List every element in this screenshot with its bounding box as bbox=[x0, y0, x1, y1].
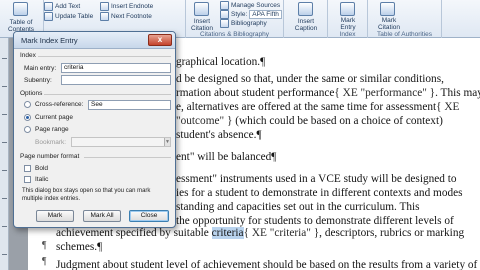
subentry-input[interactable] bbox=[61, 75, 171, 85]
italic-label: Italic bbox=[35, 176, 49, 183]
insert-citation-icon bbox=[194, 2, 209, 16]
ribbon-group-index: Mark Entry Index bbox=[328, 0, 368, 38]
doc-line: graphical location.¶ bbox=[176, 56, 266, 68]
paragraph-mark: ¶ bbox=[42, 240, 47, 251]
toc-label-line1: Table of bbox=[9, 19, 33, 26]
cross-reference-radio[interactable] bbox=[24, 101, 31, 108]
mark-all-button[interactable]: Mark All bbox=[83, 210, 121, 222]
insert-citation-button[interactable]: Insert Citation bbox=[188, 18, 216, 32]
manage-sources-icon bbox=[220, 1, 229, 10]
add-text-icon bbox=[44, 2, 53, 11]
index-group-label: Index bbox=[339, 31, 356, 38]
bibliography-button[interactable]: Bibliography bbox=[220, 19, 267, 28]
bookmark-label: Bookmark: bbox=[35, 139, 67, 146]
xe-field: { XE bbox=[436, 101, 460, 113]
ribbon-group-captions: Insert Caption bbox=[284, 0, 328, 38]
update-table-button[interactable]: Update Table bbox=[44, 12, 93, 21]
mark-button[interactable]: Mark bbox=[36, 210, 74, 222]
table-of-contents-icon bbox=[13, 2, 28, 16]
dialog-note: This dialog box stays open so that you c… bbox=[22, 188, 151, 202]
main-entry-input[interactable]: criteria bbox=[61, 63, 171, 73]
insert-caption-label-line2: Caption bbox=[294, 25, 318, 32]
subentry-label: Subentry: bbox=[24, 77, 52, 84]
doc-line: rmation about student performance{ XE "p… bbox=[176, 87, 480, 99]
paragraph-mark: ¶ bbox=[42, 256, 47, 267]
bibliography-label: Bibliography bbox=[231, 20, 267, 27]
manage-sources-button[interactable]: Manage Sources bbox=[220, 1, 280, 10]
next-footnote-icon bbox=[100, 12, 109, 21]
chevron-down-icon: ▼ bbox=[164, 138, 170, 146]
mark-index-entry-dialog: Mark Index Entry x Index Main entry: cri… bbox=[13, 31, 176, 228]
page-number-format-label: Page number format bbox=[20, 153, 80, 160]
dialog-close-icon[interactable]: x bbox=[148, 34, 172, 46]
insert-citation-label-line1: Insert bbox=[193, 18, 211, 25]
mark-entry-label-line2: Entry bbox=[340, 24, 356, 31]
bold-checkbox[interactable] bbox=[24, 165, 31, 172]
selected-text[interactable]: criteria bbox=[211, 227, 244, 239]
doc-line: student's absence.¶ bbox=[176, 129, 262, 141]
bibliography-icon bbox=[220, 19, 229, 28]
mark-entry-label-line1: Mark bbox=[340, 17, 356, 24]
mark-citation-icon bbox=[380, 2, 395, 16]
style-dropdown[interactable]: Style: APA Fifth bbox=[220, 10, 282, 19]
doc-line: essment" instruments used in a VCE study… bbox=[176, 173, 457, 185]
update-table-label: Update Table bbox=[55, 13, 94, 20]
xe-field: { XE "criteria" } bbox=[243, 227, 320, 239]
next-footnote-button[interactable]: Next Footnote bbox=[100, 12, 152, 21]
xe-field: { XE "performance" } bbox=[334, 87, 436, 99]
options-section-label: Options bbox=[20, 90, 43, 97]
mark-citation-label-line1: Mark bbox=[381, 17, 397, 24]
cross-reference-input[interactable]: See bbox=[88, 100, 171, 110]
doc-line: Judgment about student level of achievem… bbox=[56, 259, 478, 270]
style-value: APA Fifth bbox=[249, 10, 282, 19]
doc-line: d be designed so that, under the same or… bbox=[176, 73, 444, 85]
bold-label: Bold bbox=[35, 165, 49, 172]
citations-group-label: Citations & Bibliography bbox=[199, 31, 269, 38]
page-range-radio[interactable] bbox=[24, 126, 31, 133]
close-button[interactable]: Close bbox=[129, 210, 169, 222]
style-icon bbox=[220, 10, 229, 19]
doc-line: schemes.¶ bbox=[56, 241, 103, 253]
insert-endnote-button[interactable]: Insert Endnote bbox=[100, 2, 153, 11]
doc-line: standing and capacities set out in the c… bbox=[176, 201, 420, 213]
italic-checkbox[interactable] bbox=[24, 176, 31, 183]
add-text-label: Add Text bbox=[55, 3, 81, 10]
index-section-label: Index bbox=[20, 52, 36, 59]
insert-endnote-icon bbox=[100, 2, 109, 11]
manage-sources-label: Manage Sources bbox=[231, 2, 281, 9]
cross-reference-label: Cross-reference: bbox=[35, 101, 84, 108]
insert-caption-button[interactable]: Insert Caption bbox=[286, 18, 326, 32]
doc-line: e, alternatives are offered at the same … bbox=[176, 101, 460, 113]
style-label: Style: bbox=[231, 11, 248, 18]
current-page-label: Current page bbox=[35, 114, 73, 121]
mark-citation-button[interactable]: Mark Citation bbox=[370, 17, 408, 31]
add-text-button[interactable]: Add Text bbox=[44, 2, 80, 11]
insert-caption-label-line1: Insert bbox=[297, 18, 315, 25]
mark-citation-label-line2: Citation bbox=[377, 24, 401, 31]
doc-line: ent" will be balanced¶ bbox=[176, 151, 277, 163]
bookmark-dropdown[interactable]: ▼ bbox=[71, 137, 171, 147]
main-entry-label: Main entry: bbox=[24, 65, 57, 72]
ribbon-group-authorities: Mark Citation Table of Authorities bbox=[368, 0, 442, 38]
doc-line: "outcome" } (which could be based on a c… bbox=[176, 115, 443, 127]
page-range-label: Page range bbox=[35, 126, 69, 133]
doc-line: ies for a student to demonstrate in diff… bbox=[176, 187, 463, 199]
dialog-title: Mark Index Entry bbox=[21, 36, 78, 45]
mark-entry-icon bbox=[340, 2, 355, 16]
insert-caption-icon bbox=[298, 2, 313, 16]
next-footnote-label: Next Footnote bbox=[111, 13, 152, 20]
current-page-radio[interactable] bbox=[24, 114, 31, 121]
insert-endnote-label: Insert Endnote bbox=[111, 3, 154, 10]
mark-entry-button[interactable]: Mark Entry bbox=[330, 17, 366, 31]
table-of-authorities-group-label: Table of Authorities bbox=[377, 31, 432, 38]
update-table-icon bbox=[44, 12, 53, 21]
doc-line: achievement specified by suitable criter… bbox=[56, 227, 465, 239]
dialog-titlebar[interactable]: Mark Index Entry x bbox=[14, 32, 175, 49]
vertical-ruler bbox=[0, 38, 9, 270]
xe-field: "outcome" } bbox=[176, 115, 233, 127]
ribbon-group-citations: Insert Citation Manage Sources Style: AP… bbox=[186, 0, 284, 38]
